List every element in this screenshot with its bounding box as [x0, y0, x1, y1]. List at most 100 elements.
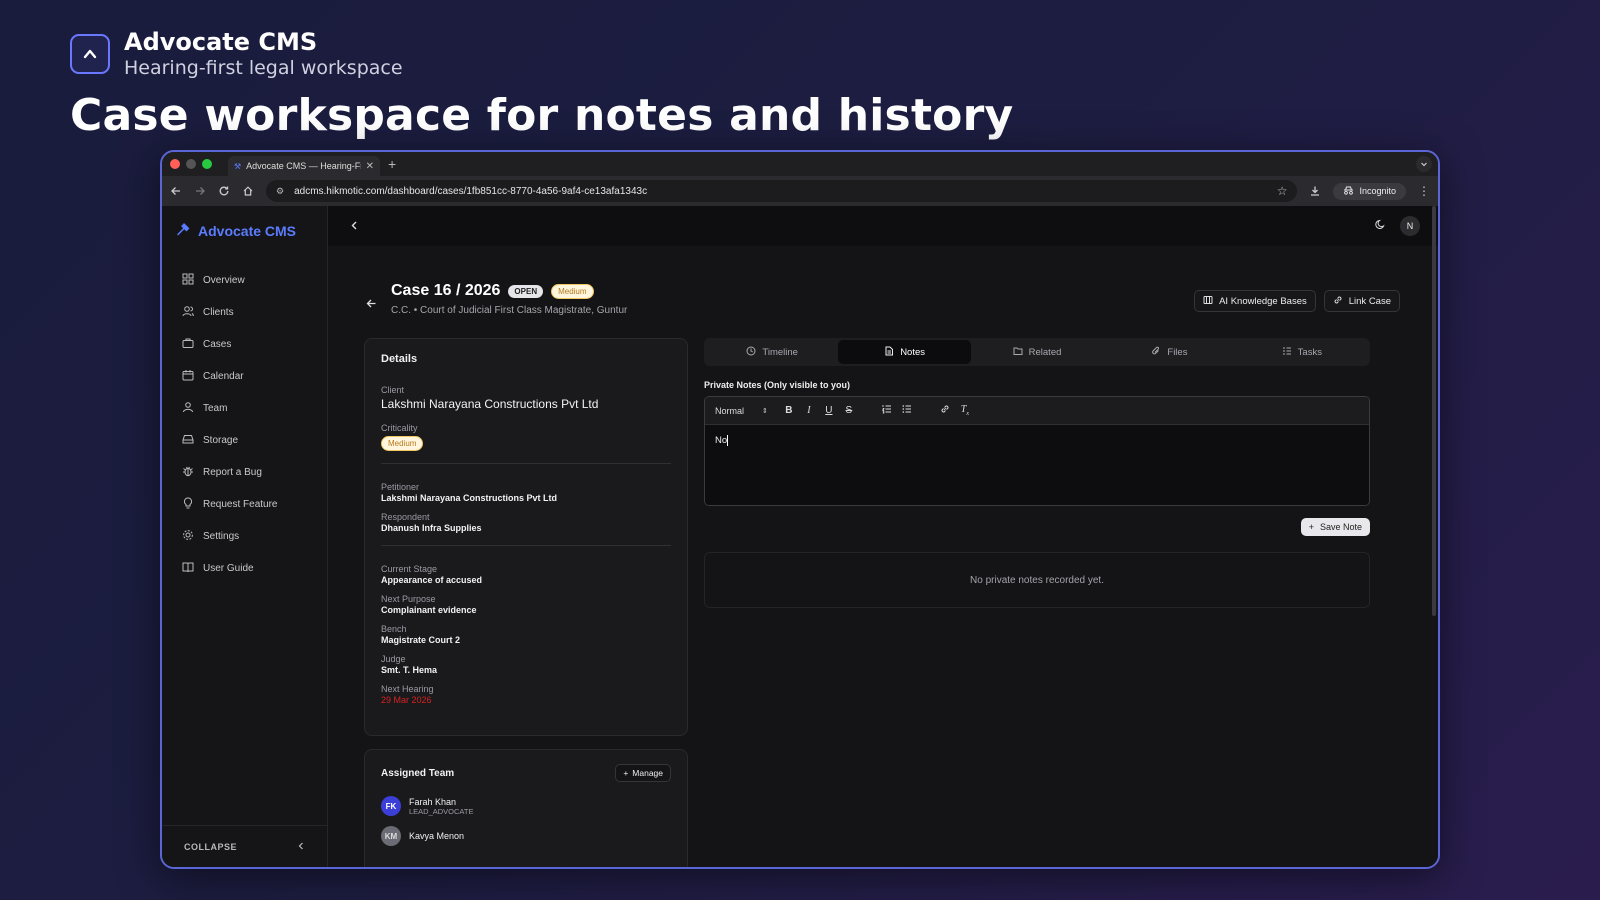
current-stage-label: Current Stage: [381, 564, 438, 574]
current-stage-value: Appearance of accused: [381, 575, 483, 585]
petitioner-value: Lakshmi Narayana Constructions Pvt Ltd: [381, 493, 558, 503]
tab-close-icon[interactable]: ✕: [366, 161, 374, 172]
bullet-list-icon[interactable]: [902, 404, 912, 417]
clock-icon: [746, 346, 756, 359]
browser-tabbar: ⚒ Advocate CMS — Hearing-Fi ✕ +: [162, 152, 1438, 176]
team-member[interactable]: FK Farah Khan LEAD_ADVOCATE: [381, 796, 671, 816]
criticality-label: Criticality: [381, 423, 418, 433]
list-icon: [1282, 346, 1292, 359]
notes-editor: Normal ⇕ B I U S Tx No: [704, 396, 1370, 506]
select-arrows-icon: ⇕: [762, 407, 768, 415]
incognito-label: Incognito: [1359, 186, 1396, 196]
app-shell: Advocate CMS Overview Clients Cases Cale…: [162, 206, 1438, 867]
bold-icon[interactable]: B: [784, 405, 794, 416]
tab-timeline[interactable]: Timeline: [706, 340, 838, 364]
sidebar-item-overview[interactable]: Overview: [162, 264, 327, 296]
app-topbar: N: [328, 206, 1438, 246]
empty-notes-text: No private notes recorded yet.: [970, 574, 1104, 586]
clear-format-icon[interactable]: Tx: [960, 404, 970, 417]
ai-knowledge-bases-label: AI Knowledge Bases: [1219, 295, 1307, 307]
sidebar-item-user-guide[interactable]: User Guide: [162, 552, 327, 584]
ai-knowledge-bases-button[interactable]: AI Knowledge Bases: [1194, 290, 1316, 312]
back-arrow-icon[interactable]: [366, 296, 377, 314]
manage-team-button[interactable]: + Manage: [615, 764, 671, 782]
site-info-icon[interactable]: ⚙: [276, 186, 284, 197]
sidebar-item-report-bug[interactable]: Report a Bug: [162, 456, 327, 488]
notes-editor-input[interactable]: No: [705, 425, 1369, 505]
address-bar[interactable]: ⚙ adcms.hikmotic.com/dashboard/cases/1fb…: [266, 180, 1298, 202]
sidebar-item-calendar[interactable]: Calendar: [162, 360, 327, 392]
sidebar-item-label: Team: [203, 402, 228, 414]
tab-files[interactable]: Files: [1103, 340, 1235, 364]
criticality-badge: Medium: [551, 283, 594, 299]
plus-icon: +: [1308, 522, 1314, 532]
forward-icon[interactable]: [194, 185, 206, 197]
tab-related[interactable]: Related: [971, 340, 1103, 364]
sidebar-item-clients[interactable]: Clients: [162, 296, 327, 328]
client-label: Client: [381, 385, 405, 395]
ordered-list-icon[interactable]: [881, 404, 892, 417]
tab-search-chevron-icon[interactable]: [1416, 156, 1432, 172]
reload-icon[interactable]: [218, 185, 230, 197]
users-icon: [182, 305, 194, 320]
browser-menu-icon[interactable]: ⋮: [1418, 184, 1430, 198]
home-icon[interactable]: [242, 185, 254, 197]
browser-tab[interactable]: ⚒ Advocate CMS — Hearing-Fi ✕: [228, 156, 380, 176]
divider: [381, 463, 671, 464]
sidebar-item-settings[interactable]: Settings: [162, 520, 327, 552]
minimize-window-dot[interactable]: [186, 159, 196, 169]
maximize-window-dot[interactable]: [202, 159, 212, 169]
user-avatar[interactable]: N: [1400, 216, 1420, 236]
main-scrollbar[interactable]: [1432, 206, 1436, 616]
sidebar-item-request-feature[interactable]: Request Feature: [162, 488, 327, 520]
avatar: KM: [381, 826, 401, 846]
sidebar-toggle-chevron-icon[interactable]: [350, 217, 359, 235]
details-card: Details Client Lakshmi Narayana Construc…: [364, 338, 688, 736]
italic-icon[interactable]: I: [804, 405, 814, 416]
save-note-button[interactable]: + Save Note: [1300, 518, 1370, 536]
sidebar-collapse-button[interactable]: COLLAPSE: [162, 825, 327, 867]
gavel-icon: [176, 222, 191, 240]
sidebar-item-label: Report a Bug: [203, 466, 262, 478]
petitioner-label: Petitioner: [381, 482, 420, 492]
link-icon[interactable]: [940, 404, 950, 417]
back-icon[interactable]: [170, 185, 182, 197]
plus-icon: +: [623, 768, 629, 778]
paperclip-icon: [1151, 346, 1161, 359]
sidebar-nav: Overview Clients Cases Calendar Team Sto…: [162, 264, 327, 584]
calendar-icon: [182, 369, 194, 384]
incognito-badge[interactable]: Incognito: [1333, 182, 1406, 200]
format-select[interactable]: Normal ⇕: [715, 406, 768, 416]
url-text: adcms.hikmotic.com/dashboard/cases/1fb85…: [294, 185, 648, 197]
link-icon: [1333, 295, 1343, 308]
divider: [381, 545, 671, 546]
sidebar-item-label: Clients: [203, 306, 234, 318]
sidebar-item-label: Storage: [203, 434, 239, 446]
tab-tasks[interactable]: Tasks: [1236, 340, 1368, 364]
sidebar-logo[interactable]: Advocate CMS: [162, 206, 327, 256]
case-subtitle: C.C. • Court of Judicial First Class Mag…: [391, 305, 628, 316]
criticality-value-badge: Medium: [381, 436, 424, 451]
dark-mode-moon-icon[interactable]: [1375, 217, 1386, 235]
bug-icon: [182, 465, 194, 480]
new-tab-icon[interactable]: +: [388, 156, 396, 172]
close-window-dot[interactable]: [170, 159, 180, 169]
next-purpose-label: Next Purpose: [381, 594, 436, 604]
sidebar-item-storage[interactable]: Storage: [162, 424, 327, 456]
bookmark-star-icon[interactable]: ☆: [1277, 184, 1288, 198]
bench-label: Bench: [381, 624, 407, 634]
member-name: Kavya Menon: [409, 831, 465, 841]
strikethrough-icon[interactable]: S: [844, 405, 854, 416]
sidebar-item-cases[interactable]: Cases: [162, 328, 327, 360]
folder-icon: [1013, 346, 1023, 359]
link-case-label: Link Case: [1348, 295, 1391, 307]
underline-icon[interactable]: U: [824, 405, 834, 416]
download-icon[interactable]: [1309, 185, 1321, 197]
tab-label: Timeline: [762, 346, 798, 358]
sidebar-item-label: User Guide: [203, 562, 254, 574]
tab-notes[interactable]: Notes: [838, 340, 971, 364]
browser-toolbar: ⚙ adcms.hikmotic.com/dashboard/cases/1fb…: [162, 176, 1438, 206]
sidebar-item-team[interactable]: Team: [162, 392, 327, 424]
link-case-button[interactable]: Link Case: [1323, 290, 1400, 312]
team-member[interactable]: KM Kavya Menon: [381, 826, 671, 846]
